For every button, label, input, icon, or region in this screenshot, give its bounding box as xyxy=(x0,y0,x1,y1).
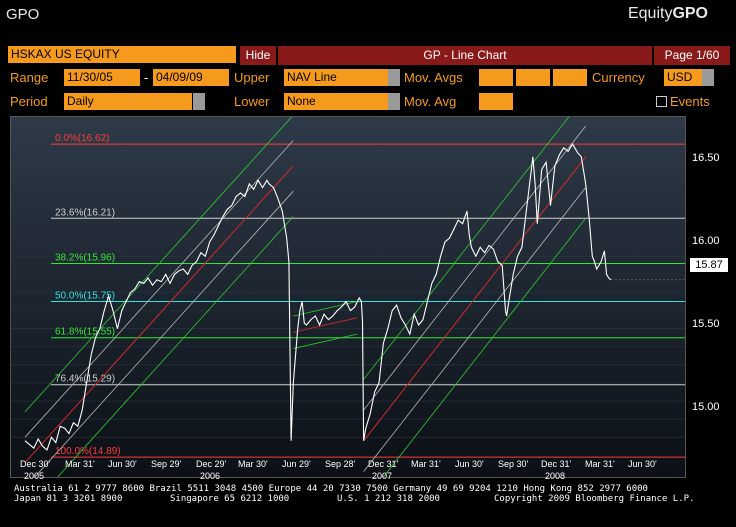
x-tick-label: Dec 31' xyxy=(541,459,572,469)
events-checkbox[interactable] xyxy=(656,96,667,107)
year-label: 2006 xyxy=(200,471,221,481)
brand-suffix: GPO xyxy=(672,5,708,22)
fib-level-label: 0.0%(16.62) xyxy=(55,133,109,144)
upper-scrollbar[interactable] xyxy=(388,69,400,86)
chart-title-bar: GP - Line Chart xyxy=(278,46,652,65)
x-tick-label: Mar 30' xyxy=(238,459,268,469)
year-label: 2008 xyxy=(545,471,566,481)
currency-label: Currency xyxy=(592,70,645,85)
mov-avg-field-2[interactable] xyxy=(516,69,550,86)
lower-label: Lower xyxy=(234,94,270,109)
mov-avg-field-1[interactable] xyxy=(479,69,513,86)
x-tick-label: Jun 30' xyxy=(628,459,657,469)
x-tick-label: Sep 28' xyxy=(325,459,356,469)
fib-level-label: 23.6%(16.21) xyxy=(55,207,115,218)
x-tick-label: Sep 30' xyxy=(498,459,529,469)
x-tick-label: Jun 29' xyxy=(282,459,311,469)
fib-level-label: 38.2%(15.96) xyxy=(55,253,115,264)
period-label: Period xyxy=(10,94,48,109)
mov-avg-lower-field[interactable] xyxy=(479,93,513,110)
lower-select[interactable]: None xyxy=(284,93,388,110)
mov-avg-label: Mov. Avg xyxy=(404,94,457,109)
x-tick-label: Mar 31' xyxy=(585,459,615,469)
currency-select[interactable]: USD xyxy=(664,69,702,86)
range-start-input[interactable]: 11/30/05 xyxy=(64,69,140,86)
fib-level-label: 100.0%(14.89) xyxy=(55,446,121,457)
trend-channel-line xyxy=(293,333,358,349)
range-separator: - xyxy=(144,70,149,85)
mov-avgs-label: Mov. Avgs xyxy=(404,70,463,85)
last-value-badge: 15.87 xyxy=(690,258,728,272)
page-indicator[interactable]: Page 1/60 xyxy=(654,46,730,65)
x-tick-label: Jun 30' xyxy=(108,459,137,469)
period-scrollbar[interactable] xyxy=(193,93,205,110)
x-tick-label: Mar 31' xyxy=(65,459,95,469)
footer-us: U.S. 1 212 318 2000 xyxy=(337,494,440,504)
range-label: Range xyxy=(10,70,49,85)
trend-channel-line xyxy=(24,140,294,438)
fib-level-label: 50.0%(15.75) xyxy=(55,291,115,302)
currency-scrollbar[interactable] xyxy=(702,69,714,86)
x-tick-label: Jun 30' xyxy=(455,459,484,469)
year-label: 2007 xyxy=(372,471,393,481)
footer-singapore: Singapore 65 6212 1000 xyxy=(170,494,290,504)
fib-level-label: 76.4%(15.29) xyxy=(55,374,115,385)
footer-contacts-line: Australia 61 2 9777 8600 Brazil 5511 304… xyxy=(14,484,648,494)
trend-channel-line xyxy=(24,114,294,413)
y-tick-label: 16.50 xyxy=(692,152,720,164)
x-tick-label: Mar 31' xyxy=(411,459,441,469)
screen-title: GPO xyxy=(6,6,40,23)
ticker-field[interactable]: HSKAX US EQUITY xyxy=(8,46,236,63)
trend-channel-line xyxy=(363,218,587,503)
trend-channel-line xyxy=(293,317,358,333)
price-chart: 0.0%(16.62) 23.6%(16.21) 38.2%(15.96) 50.0%… xyxy=(11,95,685,514)
x-tick-label: Dec 31' xyxy=(368,459,399,469)
y-tick-label: 15.00 xyxy=(692,401,720,413)
upper-select[interactable]: NAV Line xyxy=(284,69,388,86)
brand-prefix: Equity xyxy=(627,5,673,22)
trend-channel-line xyxy=(363,187,587,472)
range-end-input[interactable]: 04/09/09 xyxy=(153,69,229,86)
events-label: Events xyxy=(670,94,710,109)
chart-panel: 0.0%(16.62) 23.6%(16.21) 38.2%(15.96) 50.0%… xyxy=(10,95,686,514)
x-tick-label: Sep 29' xyxy=(151,459,182,469)
footer-japan: Japan 81 3 3201 8900 xyxy=(14,494,123,504)
x-tick-label: Dec 30' xyxy=(20,459,51,469)
footer-copyright: Copyright 2009 Bloomberg Finance L.P. xyxy=(494,494,695,504)
lower-scrollbar[interactable] xyxy=(388,93,400,110)
year-label: 2005 xyxy=(24,471,45,481)
trend-channel-line xyxy=(363,95,587,380)
y-tick-label: 16.00 xyxy=(692,235,720,247)
trend-channel-line xyxy=(363,125,587,411)
trend-channel-line xyxy=(363,156,587,442)
y-tick-label: 15.50 xyxy=(692,318,720,330)
hide-button[interactable]: Hide xyxy=(240,46,276,65)
fib-level-label: 61.8%(15.55) xyxy=(55,327,115,338)
upper-label: Upper xyxy=(234,70,270,85)
brand-logo: EquityGPO xyxy=(628,5,708,23)
period-select[interactable]: Daily xyxy=(64,93,192,110)
mov-avg-field-3[interactable] xyxy=(553,69,587,86)
x-tick-label: Dec 29' xyxy=(196,459,227,469)
